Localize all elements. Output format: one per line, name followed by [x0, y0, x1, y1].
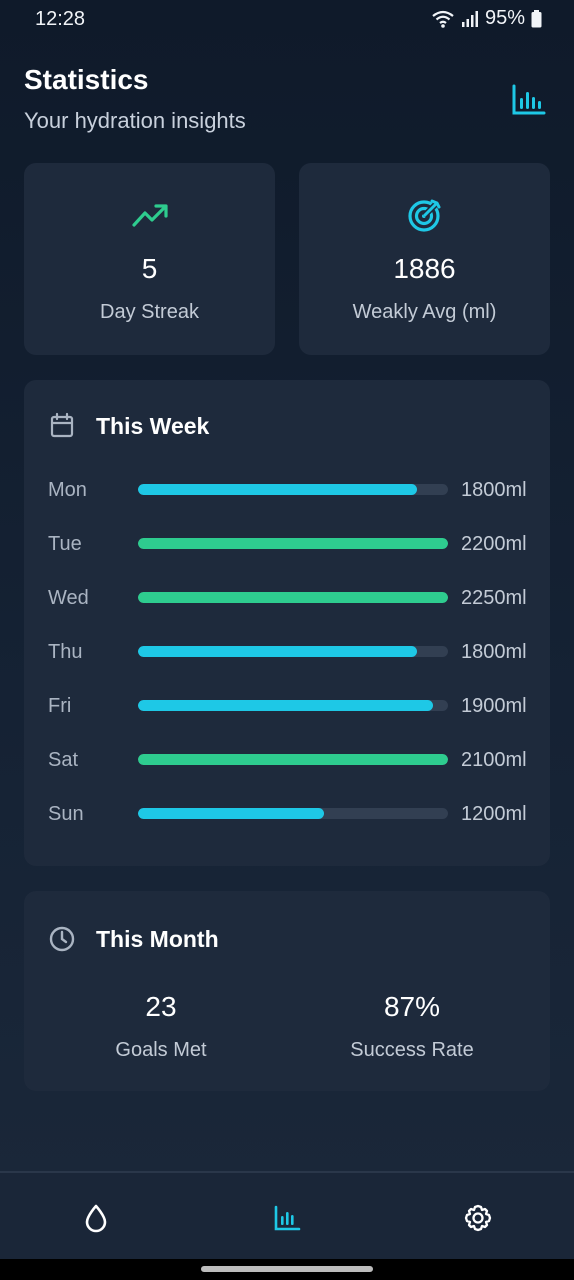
- progress-bar-track: [138, 754, 448, 765]
- battery-icon: [531, 9, 542, 27]
- battery-percent: 95%: [484, 7, 525, 29]
- page-subtitle: Your hydration insights: [24, 108, 246, 133]
- page-title: Statistics: [24, 64, 149, 95]
- day-amount: 2100ml: [461, 749, 527, 771]
- success-rate-value: 87%: [383, 991, 441, 1022]
- day-streak-card: 5 Day Streak: [24, 163, 275, 355]
- progress-bar-track: [138, 592, 448, 603]
- day-amount: 1800ml: [461, 641, 527, 663]
- this-month-header: This Month: [48, 925, 219, 953]
- progress-bar-track: [138, 484, 448, 495]
- gesture-area: [0, 1259, 574, 1280]
- calendar-icon: [50, 412, 74, 438]
- trending-up-icon: [131, 204, 168, 227]
- day-streak-label: Day Streak: [100, 301, 199, 323]
- progress-bar-fill: [138, 700, 433, 711]
- weekly-avg-value: 1886: [393, 253, 456, 284]
- week-row-mon: Mon 1800ml: [48, 476, 528, 504]
- day-label: Wed: [48, 587, 89, 609]
- progress-bar-fill: [138, 538, 448, 549]
- goals-met-stat: 23 Goals Met: [46, 991, 276, 1062]
- progress-bar-fill: [138, 592, 448, 603]
- week-row-wed: Wed 2250ml: [48, 584, 528, 612]
- progress-bar-track: [138, 808, 448, 819]
- day-amount: 2200ml: [461, 533, 527, 555]
- signal-icon: [461, 10, 478, 27]
- day-label: Thu: [48, 641, 83, 663]
- this-week-card: This Week Mon 1800ml Tue 2200ml Wed 2250ml Thu…: [24, 380, 550, 866]
- settings-gear-icon[interactable]: [463, 1203, 493, 1233]
- goals-met-label: Goals Met: [115, 1039, 207, 1061]
- status-time: 12:28: [35, 8, 86, 30]
- progress-bar-fill: [138, 754, 448, 765]
- goals-met-value: 23: [145, 991, 177, 1022]
- water-drop-icon[interactable]: [81, 1203, 111, 1233]
- success-rate-stat: 87% Success Rate: [297, 991, 527, 1062]
- day-label: Sun: [48, 803, 84, 825]
- success-rate-label: Success Rate: [350, 1039, 474, 1061]
- wifi-icon: [432, 10, 454, 28]
- progress-bar-fill: [138, 646, 417, 657]
- clock-icon: [49, 926, 75, 952]
- this-week-title: This Week: [96, 412, 210, 439]
- progress-bar-track: [138, 538, 448, 549]
- day-amount: 2250ml: [461, 587, 527, 609]
- weekly-avg-card: 1886 Weakly Avg (ml): [299, 163, 550, 355]
- bottom-navigation: [0, 1171, 574, 1261]
- day-streak-value: 5: [141, 253, 158, 284]
- week-row-sun: Sun 1200ml: [48, 800, 528, 828]
- week-row-thu: Thu 1800ml: [48, 638, 528, 666]
- day-label: Tue: [48, 533, 82, 555]
- day-label: Sat: [48, 749, 79, 771]
- weekly-avg-label: Weakly Avg (ml): [352, 301, 497, 323]
- day-label: Mon: [48, 479, 87, 501]
- home-gesture-bar[interactable]: [201, 1266, 373, 1272]
- bar-chart-icon[interactable]: [272, 1203, 302, 1233]
- target-icon: [407, 199, 440, 232]
- progress-bar-track: [138, 700, 448, 711]
- progress-bar-fill: [138, 808, 324, 819]
- day-amount: 1200ml: [461, 803, 527, 825]
- week-row-sat: Sat 2100ml: [48, 746, 528, 774]
- day-label: Fri: [48, 695, 72, 717]
- this-week-header: This Week: [48, 412, 209, 440]
- progress-bar-fill: [138, 484, 417, 495]
- day-amount: 1800ml: [461, 479, 527, 501]
- status-icons: 95%: [431, 7, 542, 30]
- day-amount: 1900ml: [461, 695, 527, 717]
- week-row-tue: Tue 2200ml: [48, 530, 528, 558]
- bar-chart-icon[interactable]: [512, 84, 546, 116]
- progress-bar-track: [138, 646, 448, 657]
- this-month-card: This Month 23 Goals Met 87% Success Rate: [24, 891, 550, 1091]
- this-month-title: This Month: [96, 925, 219, 952]
- week-row-fri: Fri 1900ml: [48, 692, 528, 720]
- status-bar: 12:28 95%: [0, 0, 574, 38]
